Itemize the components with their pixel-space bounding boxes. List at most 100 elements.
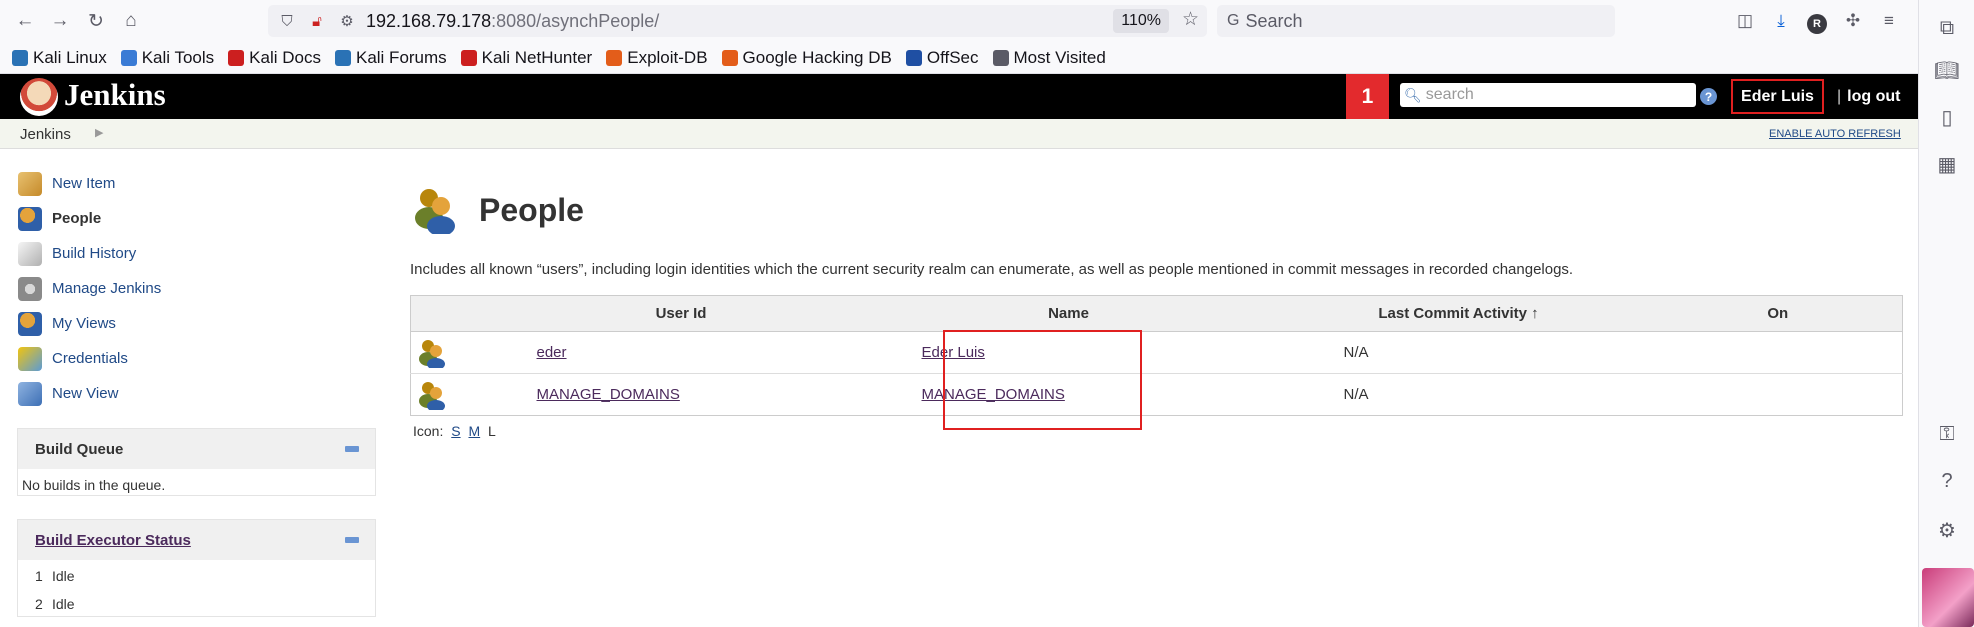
task-credentials[interactable]: Credentials [18,341,378,376]
chevron-right-icon[interactable]: ▶ [95,126,103,139]
bookmark-item[interactable]: Exploit-DB [606,48,708,68]
build-executor-title-link[interactable]: Build Executor Status [35,532,191,549]
table-row: MANAGE_DOMAINS MANAGE_DOMAINS N/A [410,373,1903,416]
people-icon [18,206,42,231]
gear-icon [18,276,42,301]
google-icon: G [1227,12,1240,29]
executor-number: 1 [35,568,43,584]
user-icon [417,380,447,412]
column-header-name[interactable]: Name [873,295,1264,332]
bookmark-favicon-icon [606,49,623,66]
last-commit-cell: N/A [1263,331,1654,374]
bookmark-item[interactable]: Most Visited [992,47,1106,68]
forward-arrow-icon[interactable]: → [43,4,77,38]
notification-badge[interactable]: 1 [1346,74,1389,119]
url-path: :8080/asynchPeople/ [491,10,660,31]
executor-row: 2 Idle [18,590,375,618]
last-commit-cell: N/A [1263,373,1654,416]
bookmark-favicon-icon [334,49,351,66]
jenkins-logo[interactable] [20,78,58,116]
executor-status: Idle [52,596,75,612]
logout-link[interactable]: log out [1847,88,1900,105]
breadcrumb: Jenkins ▶ ENABLE AUTO REFRESH [0,119,1918,149]
task-manage-jenkins[interactable]: Manage Jenkins [18,271,378,306]
insecure-lock-icon[interactable]: 🔓︎ [306,13,328,30]
executor-list: 1 Idle 2 Idle [18,560,375,618]
current-user-link[interactable]: Eder Luis [1731,79,1824,114]
back-arrow-icon[interactable]: ← [8,4,42,38]
user-id-link[interactable]: MANAGE_DOMAINS [537,386,680,403]
table-header-row: User Id Name Last Commit Activity ↑ On [410,295,1903,332]
people-icon [18,311,42,336]
task-label: Manage Jenkins [52,280,162,297]
bookmark-favicon-icon [12,49,28,66]
bookmark-star-icon[interactable]: ☆ [1182,8,1199,31]
bookmark-label: Most Visited [1013,47,1106,67]
bookmark-item[interactable]: Kali Tools [120,48,214,68]
pocket-icon[interactable]: ◫ [1730,5,1760,37]
bookmark-item[interactable]: Kali NetHunter [460,48,592,68]
bookmark-item[interactable]: Kali Linux [12,48,107,68]
task-my-views[interactable]: My Views [18,306,378,341]
password-icon[interactable]: ⚿ [1933,420,1961,448]
reload-icon[interactable]: ↻ [79,4,113,38]
icon-size-medium[interactable]: M [468,423,480,439]
task-label: Credentials [52,350,128,367]
page-description: Includes all known “users”, including lo… [410,261,1574,278]
bookmark-item[interactable]: Kali Forums [334,48,447,68]
bookmark-favicon-icon [721,49,738,66]
column-header-user-id[interactable]: User Id [488,295,874,332]
help-icon[interactable]: ? [1700,88,1717,105]
user-id-link[interactable]: eder [537,344,567,361]
bookmark-item[interactable]: Kali Docs [228,48,321,68]
bookmark-item[interactable]: OffSec [905,48,979,68]
shield-icon[interactable]: ⛉ [276,13,298,30]
on-cell [1653,331,1903,374]
icon-size-small[interactable]: S [451,423,460,439]
menu-icon[interactable]: ≡ [1874,5,1904,37]
user-id-cell: MANAGE_DOMAINS [488,373,874,416]
zoom-level[interactable]: 110% [1113,9,1169,33]
reader-icon[interactable]: 📖︎ [1933,56,1961,84]
bookmark-label: Kali Docs [249,47,321,67]
settings-gear-icon[interactable]: ⚙ [1933,516,1961,544]
extensions-icon[interactable]: ✣ [1838,5,1868,37]
logout: | log out [1837,88,1900,106]
synced-tabs-icon[interactable]: ⧉ [1933,14,1961,42]
user-icon-cell [410,373,489,416]
jenkins-header: Jenkins 1 🔍︎ search ? Eder Luis | log out [0,74,1918,119]
enable-auto-refresh-link[interactable]: ENABLE AUTO REFRESH [1769,128,1901,140]
sidebar-thumbnail[interactable] [1922,568,1974,627]
build-executor-header: Build Executor Status [18,520,375,560]
task-label: New View [52,385,119,402]
profile-avatar[interactable]: R [1802,5,1832,37]
folder-icon [18,381,42,406]
browser-search-placeholder: Search [1245,10,1303,31]
jenkins-title[interactable]: Jenkins [64,77,166,113]
task-new-item[interactable]: New Item [18,166,378,201]
task-people[interactable]: People [18,201,378,236]
help-circle-icon[interactable]: ? [1933,467,1961,495]
table-icon[interactable]: ▦ [1933,150,1961,178]
jenkins-search-input[interactable]: 🔍︎ search [1400,83,1696,107]
bookmark-label: Google Hacking DB [742,47,892,67]
bookmark-item[interactable]: Google Hacking DB [721,47,892,68]
build-queue-title: Build Queue [35,440,124,458]
browser-sidebar: ⧉ 📖︎ ▯ ▦ ⚿ ? ⚙ [1918,0,1974,627]
downloads-icon[interactable]: ⤓ [1766,5,1796,37]
build-queue-body: No builds in the queue. [22,477,166,493]
permissions-icon[interactable]: ⚙ [336,12,358,30]
browser-search-input[interactable]: G Search [1217,5,1615,37]
column-header-on[interactable]: On [1653,295,1903,332]
task-new-view[interactable]: New View [18,376,378,411]
url-bar[interactable]: ⛉ 🔓︎ ⚙ 192.168.79.178:8080/asynchPeople/… [268,5,1207,37]
column-header-last-commit[interactable]: Last Commit Activity ↑ [1263,295,1654,332]
task-build-history[interactable]: Build History [18,236,378,271]
collapse-icon[interactable] [345,446,359,452]
collapse-icon[interactable] [345,537,359,543]
tablet-icon[interactable]: ▯ [1933,103,1961,131]
build-queue-panel: Build Queue No builds in the queue. [17,428,376,496]
task-label: My Views [52,315,116,332]
home-icon[interactable]: ⌂ [114,4,148,38]
breadcrumb-jenkins[interactable]: Jenkins [20,126,71,143]
